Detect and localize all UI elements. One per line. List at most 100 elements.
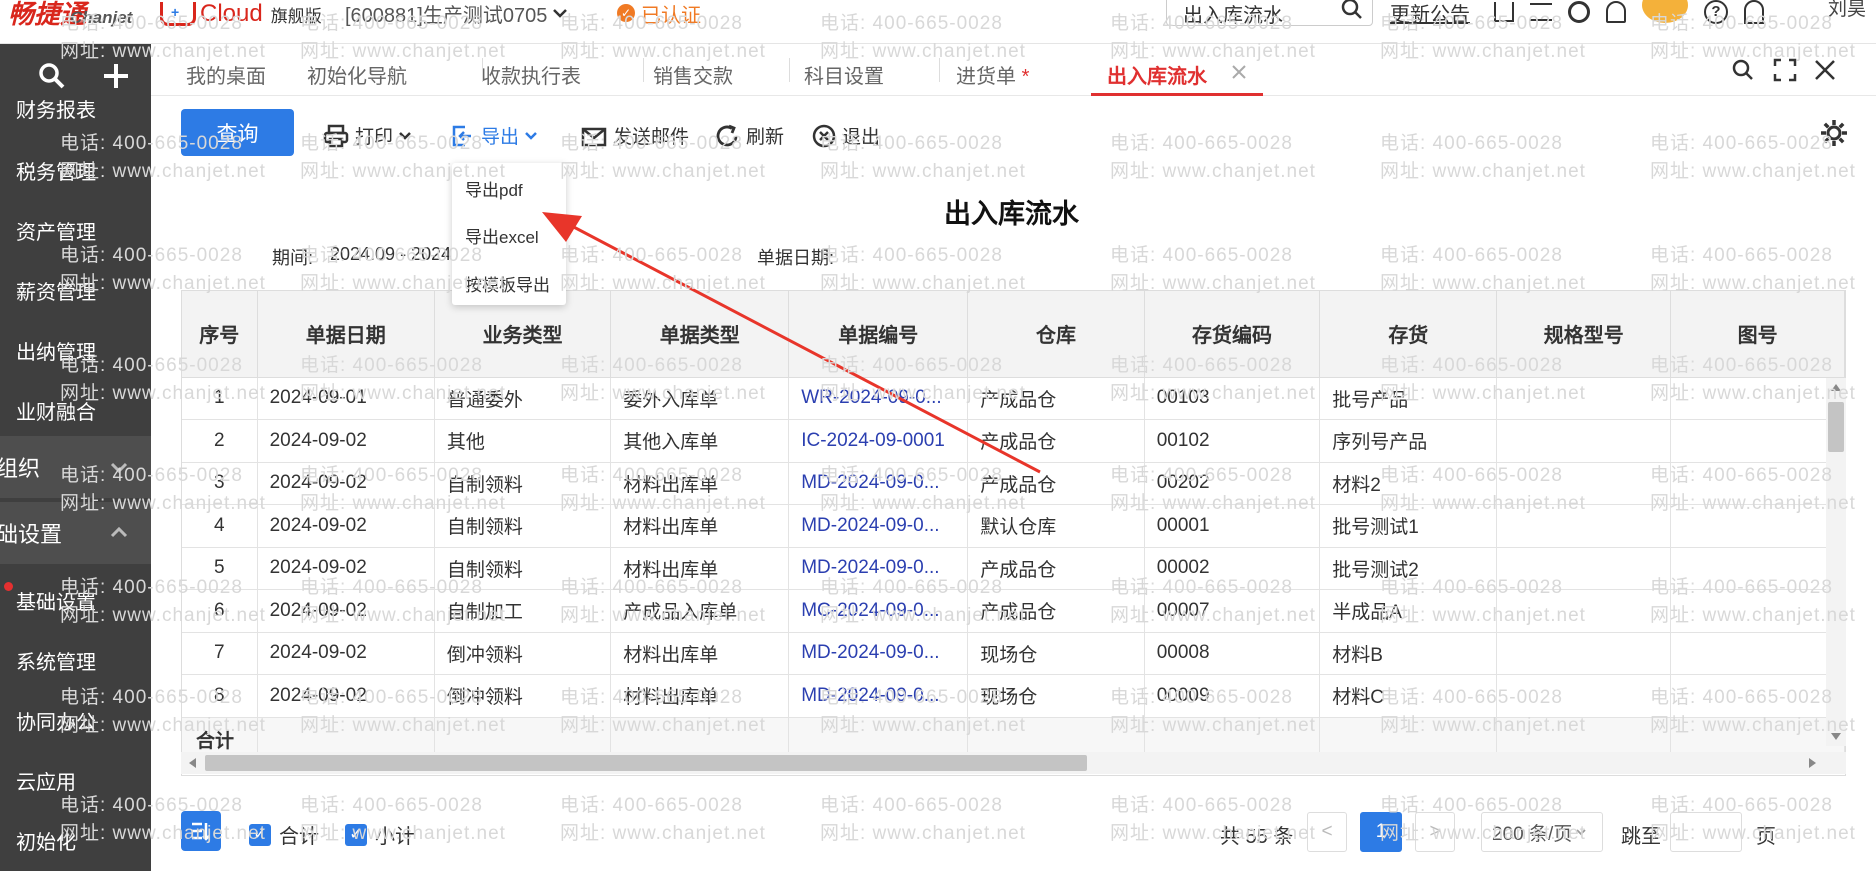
exit-button[interactable]: 退出	[812, 122, 880, 149]
sidebar-item-cloud-apps[interactable]: 云应用	[16, 766, 76, 795]
brand-logo[interactable]: 畅捷通 Chanjet	[8, 0, 132, 42]
watermark-phone: 电话: 400-665-0028	[820, 795, 1003, 816]
page-number-current[interactable]: 1	[1360, 812, 1402, 852]
sidebar-group-base-settings[interactable]: 础设置	[0, 502, 151, 564]
tab-sales-payment[interactable]: 销售交款	[653, 60, 733, 89]
column-config-button[interactable]	[181, 811, 221, 851]
next-page-label: >	[1429, 821, 1441, 842]
bell-icon[interactable]	[1606, 1, 1626, 23]
sidebar-item-init[interactable]: 初始化	[16, 826, 76, 855]
next-page-button[interactable]: >	[1415, 812, 1455, 852]
col-header-item-code[interactable]: 存货编码	[1144, 291, 1321, 378]
horizontal-scrollbar[interactable]	[181, 752, 1846, 774]
vertical-scrollbar[interactable]	[1826, 378, 1846, 746]
scroll-right-icon[interactable]	[1809, 758, 1816, 768]
user-name[interactable]: 刘昊	[1828, 0, 1866, 21]
search-icon[interactable]	[1340, 0, 1364, 21]
sidebar-item-cashier[interactable]: 出纳管理	[16, 336, 96, 365]
checkbox-checked-icon[interactable]: ✓	[345, 823, 367, 846]
sidebar-item-biz-finance[interactable]: 业财融合	[16, 396, 96, 425]
col-header-drawing-no[interactable]: 图号	[1670, 291, 1845, 378]
sidebar: 财务报表 税务管理 资产管理 薪资管理 出纳管理 业财融合 组织 础设置 基础设…	[0, 44, 151, 871]
menu-item-export-pdf[interactable]: 导出pdf	[465, 176, 523, 201]
scroll-thumb[interactable]	[205, 755, 1087, 771]
edition-label: 旗舰版	[270, 6, 322, 26]
tab-divider	[939, 58, 940, 82]
col-header-seq[interactable]: 序号	[182, 291, 258, 378]
sidebar-item-system[interactable]: 系统管理	[16, 646, 96, 675]
sidebar-item-finance-reports[interactable]: 财务报表	[16, 100, 96, 123]
query-button[interactable]: 查询	[181, 109, 294, 156]
certified-status[interactable]: ✓ 已认证	[617, 0, 701, 27]
tab-account-settings[interactable]: 科目设置	[804, 60, 884, 89]
table-row[interactable]: 6 2024-09-02 自制加工 产成品入库单 MC-2024-09-0... 产成品仓…	[182, 589, 1845, 633]
cell-drawing-no	[1670, 462, 1845, 505]
help-icon[interactable]: ?	[1704, 0, 1728, 24]
cell-doc-no[interactable]: MC-2024-09-0...	[788, 589, 969, 633]
tab-receipt-exec[interactable]: 收款执行表	[481, 60, 581, 89]
cell-item: 半成品A	[1319, 589, 1498, 633]
search-icon[interactable]	[38, 62, 66, 90]
scroll-up-icon[interactable]	[1831, 384, 1841, 391]
cell-warehouse: 现场仓	[967, 674, 1145, 718]
send-email-button[interactable]: 发送邮件	[581, 122, 689, 149]
table-row[interactable]: 7 2024-09-02 倒冲领料 材料出库单 MD-2024-09-0... 现场仓 00…	[182, 632, 1845, 675]
goto-page-input[interactable]	[1670, 812, 1742, 852]
prev-page-button[interactable]: <	[1307, 812, 1347, 852]
current-page-label: 1	[1375, 821, 1387, 842]
cell-doc-no[interactable]: MD-2024-09-0...	[788, 547, 969, 590]
subtotal-checkbox[interactable]: ✓ 小计	[345, 820, 415, 849]
cell-drawing-no	[1670, 419, 1845, 463]
task-list-icon[interactable]	[1530, 3, 1552, 21]
global-search[interactable]: 出入库流水	[1166, 0, 1373, 28]
notification-dot	[4, 582, 13, 591]
search-icon[interactable]	[1731, 58, 1755, 82]
sidebar-item-tax[interactable]: 税务管理	[16, 156, 96, 185]
scroll-left-icon[interactable]	[189, 758, 196, 768]
watermark-phone: 电话: 400-665-0028	[300, 795, 483, 816]
scroll-down-icon[interactable]	[1831, 733, 1841, 740]
col-header-item[interactable]: 存货	[1319, 291, 1498, 378]
scroll-thumb[interactable]	[1828, 402, 1844, 452]
sidebar-item-payroll[interactable]: 薪资管理	[16, 276, 96, 305]
checkbox-checked-icon[interactable]: ✓	[249, 823, 271, 846]
account-switcher[interactable]: [600881]生产测试0705	[345, 0, 568, 27]
close-all-icon[interactable]	[1813, 58, 1837, 82]
announcement-link[interactable]: 更新公告	[1390, 0, 1470, 27]
sidebar-item-assets[interactable]: 资产管理	[16, 216, 96, 245]
cell-doc-type: 材料出库单	[610, 504, 790, 548]
save-icon[interactable]	[1494, 2, 1514, 22]
watermark-phone: 电话: 400-665-0028	[560, 795, 743, 816]
print-button[interactable]: 打印	[323, 122, 411, 149]
menu-item-export-excel[interactable]: 导出excel	[465, 223, 539, 248]
fullscreen-icon[interactable]	[1773, 58, 1797, 82]
avatar[interactable]	[1642, 0, 1688, 23]
total-checkbox[interactable]: ✓ 合计	[249, 820, 319, 849]
export-button[interactable]: 导出	[451, 122, 537, 149]
settings-icon[interactable]	[1568, 1, 1590, 23]
sidebar-item-collab[interactable]: 协同办公	[16, 706, 96, 735]
close-icon[interactable]	[1231, 64, 1247, 80]
cell-doc-no[interactable]: MD-2024-09-0...	[788, 504, 969, 548]
cell-doc-date: 2024-09-02	[257, 504, 435, 548]
gear-icon[interactable]	[1819, 118, 1849, 148]
table-row[interactable]: 4 2024-09-02 自制领料 材料出库单 MD-2024-09-0... 默认仓库 0…	[182, 504, 1845, 548]
search-input[interactable]: 出入库流水	[1183, 0, 1283, 28]
table-row[interactable]: 5 2024-09-02 自制领料 材料出库单 MD-2024-09-0... 产成品仓 0…	[182, 547, 1845, 590]
col-header-doc-date[interactable]: 单据日期	[257, 291, 435, 378]
tab-init-nav[interactable]: 初始化导航	[307, 60, 407, 89]
user-icon[interactable]	[1744, 0, 1764, 24]
refresh-button[interactable]: 刷新	[714, 122, 784, 149]
sidebar-group-org[interactable]: 组织	[0, 436, 151, 498]
tab-inout-ledger[interactable]: 出入库流水	[1091, 44, 1263, 96]
add-icon[interactable]	[102, 62, 130, 90]
tab-purchase-order[interactable]: 进货单 *	[956, 60, 1029, 89]
tab-desktop[interactable]: 我的桌面	[186, 60, 266, 89]
sidebar-item-base-settings[interactable]: 基础设置	[16, 586, 96, 615]
cell-doc-no[interactable]: MD-2024-09-0...	[788, 632, 969, 675]
col-header-spec[interactable]: 规格型号	[1496, 291, 1672, 378]
table-row[interactable]: 8 2024-09-02 倒冲领料 材料出库单 MD-2024-09-0... 现场仓 00…	[182, 674, 1845, 718]
cell-spec	[1496, 632, 1672, 675]
cell-doc-no[interactable]: MD-2024-09-0...	[788, 674, 969, 718]
page-size-select[interactable]: 200 条/页	[1481, 812, 1603, 852]
